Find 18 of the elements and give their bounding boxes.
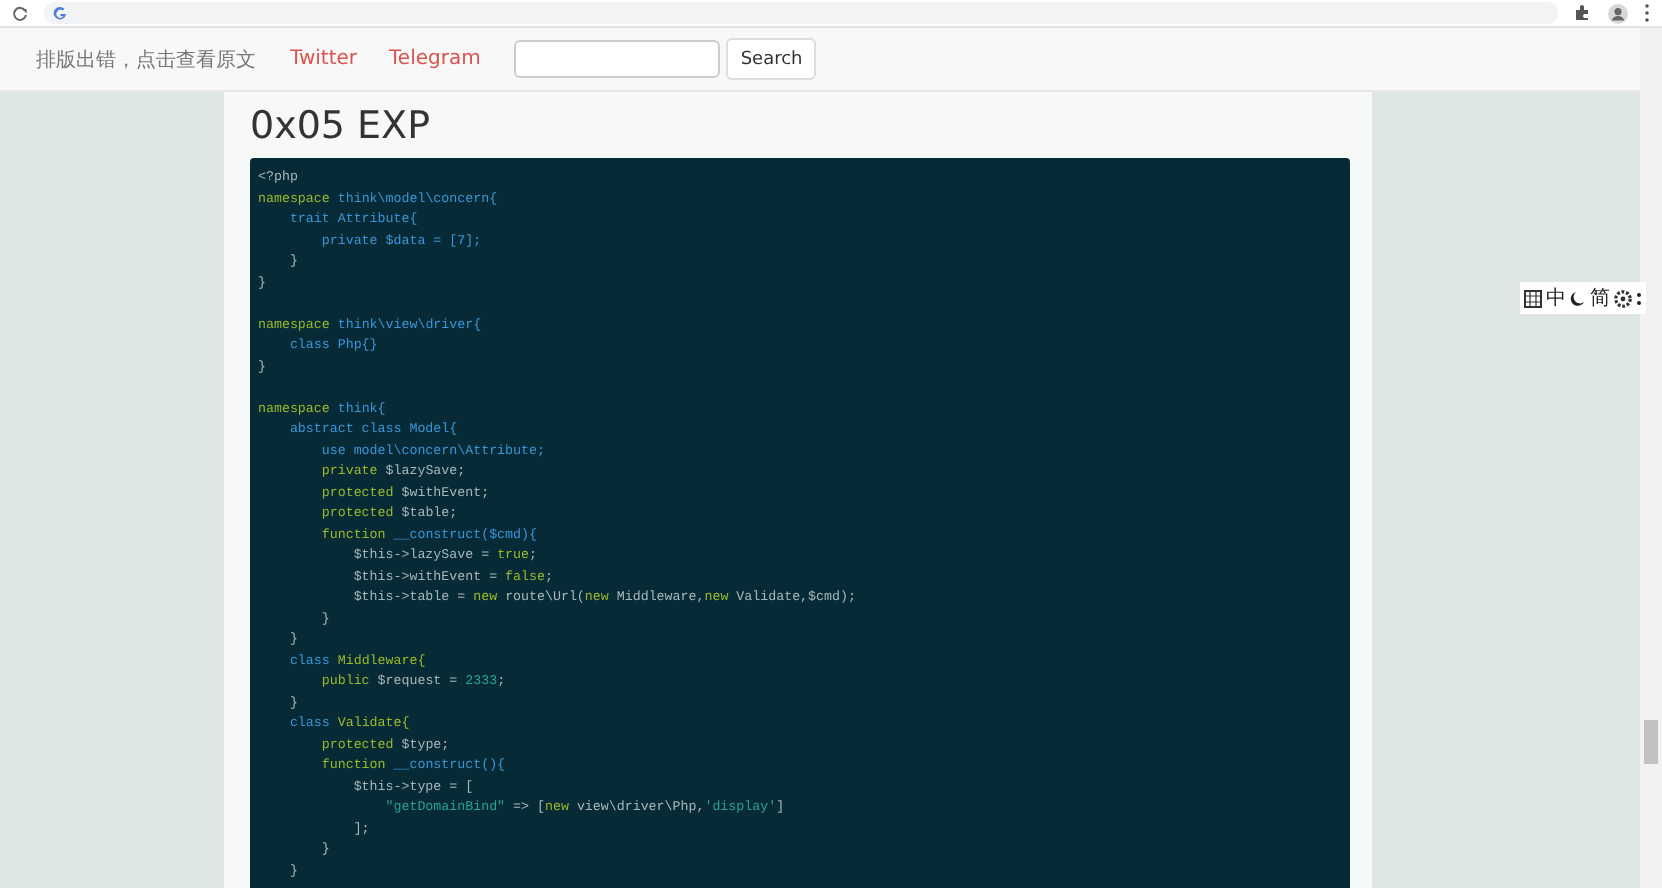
ime-label[interactable]: 简: [1590, 284, 1610, 312]
grid-icon[interactable]: [1524, 289, 1542, 307]
section-heading: 0x05 EXP: [250, 102, 433, 150]
puzzle-icon[interactable]: [1574, 4, 1592, 22]
google-icon: [52, 5, 68, 21]
reload-icon[interactable]: [12, 5, 28, 21]
more-icon[interactable]: [1636, 291, 1642, 305]
notice-link[interactable]: 排版出错，点击查看原文: [36, 45, 256, 73]
search-button[interactable]: Search: [726, 38, 817, 80]
search-field[interactable]: [514, 40, 721, 78]
nav-link[interactable]: Telegram: [389, 48, 481, 70]
gear-icon[interactable]: [1614, 289, 1632, 307]
moon-icon[interactable]: [1570, 289, 1586, 307]
profile-icon[interactable]: [1608, 3, 1628, 23]
menu-icon[interactable]: [1644, 4, 1650, 22]
scrollbar[interactable]: [1640, 28, 1662, 888]
ime-label[interactable]: 中: [1546, 284, 1566, 312]
nav-link[interactable]: Twitter: [290, 48, 358, 70]
